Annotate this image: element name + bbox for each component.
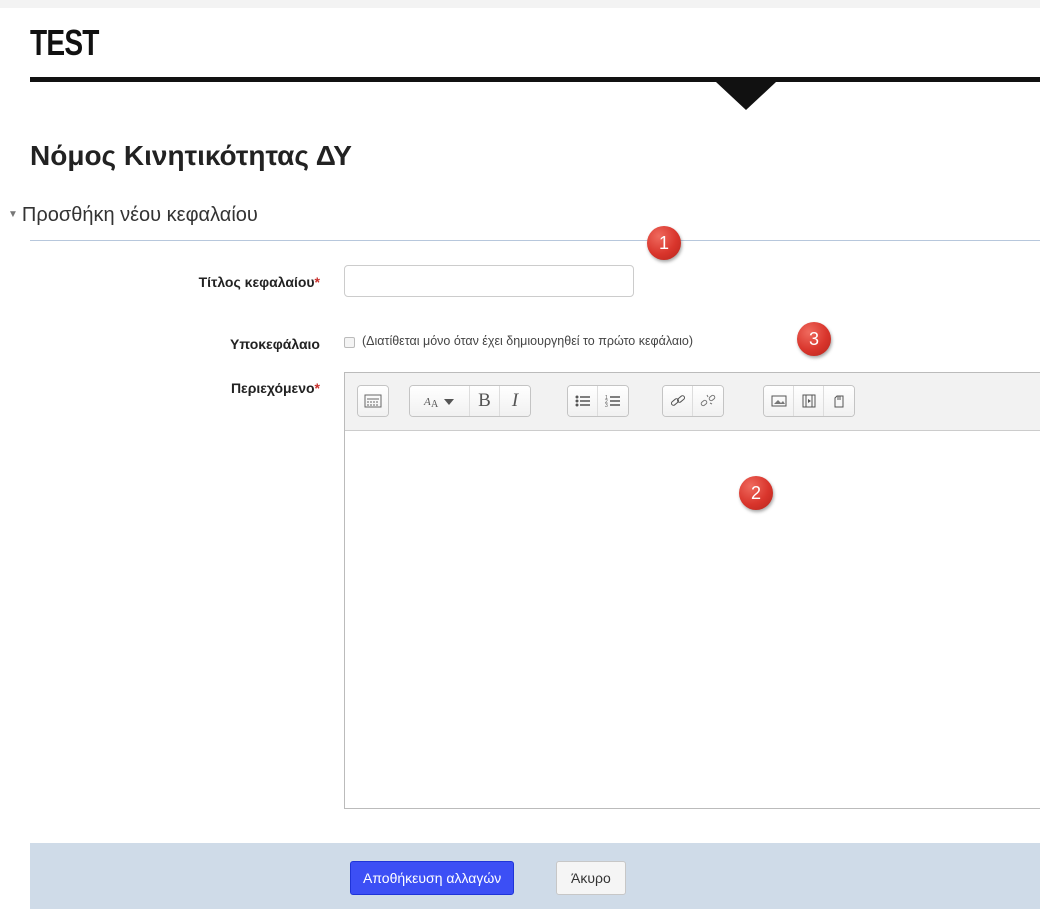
chapter-title-label: Τίτλος κεφαλαίου* (140, 274, 320, 290)
bold-icon[interactable]: B (470, 386, 500, 416)
subchapter-label: Υποκεφάλαιο (230, 336, 320, 352)
section-legend-text: Προσθήκη νέου κεφαλαίου (21, 204, 258, 226)
cancel-button[interactable]: Άκυρο (556, 861, 626, 895)
italic-icon[interactable]: I (500, 386, 530, 416)
annotation-badge-2: 2 (739, 476, 773, 510)
header-pointer-triangle (716, 82, 776, 110)
annotation-badge-3: 3 (797, 322, 831, 356)
font-style-icon[interactable]: AA (410, 386, 470, 416)
subchapter-checkbox[interactable] (344, 337, 355, 348)
link-icon[interactable] (663, 386, 693, 416)
section-divider (30, 240, 1040, 241)
toolbar-group-media (763, 385, 855, 417)
required-mark: * (314, 274, 320, 290)
media-icon[interactable] (794, 386, 824, 416)
image-icon[interactable] (764, 386, 794, 416)
subchapter-note: (Διατίθεται μόνο όταν έχει δημιουργηθεί … (362, 334, 694, 348)
toolbar-group-toggle (357, 385, 389, 417)
svg-text:A: A (431, 399, 439, 408)
toolbar-toggle-icon[interactable] (358, 386, 388, 416)
top-strip (0, 0, 1040, 8)
section-legend[interactable]: ▼ Προσθήκη νέου κεφαλαίου (8, 204, 258, 227)
annotation-badge-1: 1 (647, 226, 681, 260)
chapter-title-input[interactable] (344, 265, 634, 297)
manage-files-icon[interactable] (824, 386, 854, 416)
toolbar-group-text: AA B I (409, 385, 531, 417)
header-divider (30, 77, 1040, 82)
form-footer: Αποθήκευση αλλαγών Άκυρο (30, 843, 1040, 909)
collapse-arrow-icon[interactable]: ▼ (8, 209, 18, 220)
save-changes-button[interactable]: Αποθήκευση αλλαγών (350, 861, 515, 895)
svg-text:3: 3 (605, 403, 608, 408)
toolbar-group-links (662, 385, 724, 417)
editor-toolbar: AA B I 123 (345, 373, 1040, 431)
required-mark: * (314, 380, 320, 396)
unordered-list-icon[interactable] (568, 386, 598, 416)
page-title: Νόμος Κινητικότητας ΔΥ (30, 140, 352, 171)
chapter-title-label-text: Τίτλος κεφαλαίου (198, 274, 315, 290)
content-editor[interactable]: AA B I 123 (344, 372, 1040, 809)
site-title[interactable]: TEST (30, 22, 99, 64)
ordered-list-icon[interactable]: 123 (598, 386, 628, 416)
content-label: Περιεχόμενο* (140, 380, 320, 396)
unlink-icon[interactable] (693, 386, 723, 416)
svg-text:A: A (423, 396, 431, 408)
content-label-text: Περιεχόμενο (230, 380, 315, 396)
toolbar-group-lists: 123 (567, 385, 629, 417)
